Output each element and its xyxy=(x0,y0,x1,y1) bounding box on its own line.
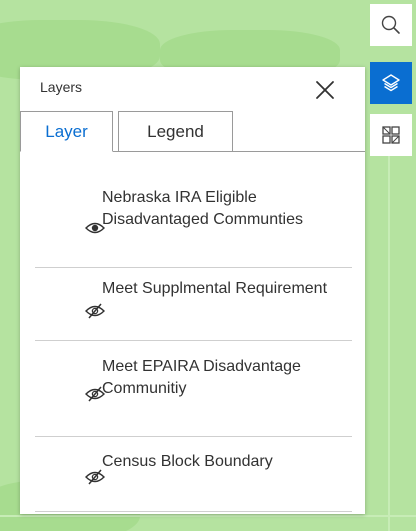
panel-title: Layers xyxy=(40,79,83,95)
panel-header: Layers xyxy=(20,67,365,111)
layers-icon xyxy=(382,74,400,92)
layer-name: Nebraska IRA Eligible Disadvantaged Comm… xyxy=(102,189,303,228)
tab-legend[interactable]: Legend xyxy=(118,111,233,152)
basemap-gallery-button[interactable] xyxy=(370,114,412,156)
layer-list: Nebraska IRA Eligible Disadvantaged Comm… xyxy=(35,165,352,512)
close-button[interactable] xyxy=(310,75,340,105)
map-road xyxy=(388,150,390,531)
layer-item-supplemental[interactable]: Meet Supplmental Requirement xyxy=(35,268,352,341)
search-icon xyxy=(381,15,400,34)
layer-name: Meet EPAIRA Disadvantage Communitiy xyxy=(102,358,301,397)
layer-name: Meet Supplmental Requirement xyxy=(102,280,328,297)
layer-name: Census Block Boundary xyxy=(102,453,273,470)
layer-item-census-block[interactable]: Census Block Boundary xyxy=(35,437,352,512)
panel-tabs: Layer Legend xyxy=(20,111,365,153)
layers-button[interactable] xyxy=(370,62,412,104)
basemap-gallery-icon xyxy=(382,126,400,144)
tab-legend-label: Legend xyxy=(147,121,204,141)
layer-item-ira-eligible[interactable]: Nebraska IRA Eligible Disadvantaged Comm… xyxy=(35,165,352,268)
layers-panel: Layers Layer Legend Nebraska IRA Eligibl… xyxy=(20,67,365,514)
map-road xyxy=(0,515,416,517)
close-icon xyxy=(316,81,334,99)
layer-item-epaira[interactable]: Meet EPAIRA Disadvantage Communitiy xyxy=(35,341,352,437)
eye-hidden-icon[interactable] xyxy=(85,303,105,319)
tab-layer-label: Layer xyxy=(45,121,88,141)
tab-layer[interactable]: Layer xyxy=(20,111,113,152)
search-button[interactable] xyxy=(370,4,412,46)
